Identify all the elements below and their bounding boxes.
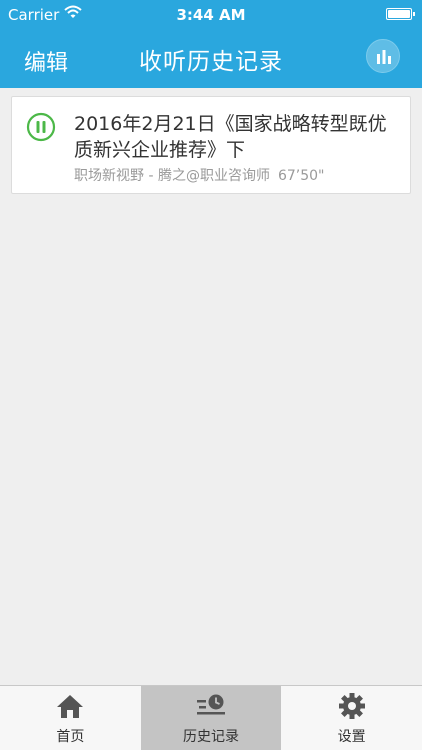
status-bar: Carrier 3:44 AM (0, 0, 422, 30)
tab-history-label: 历史记录 (183, 729, 239, 745)
history-item-source: 职场新视野 - 腾之@职业咨询师 (74, 168, 270, 184)
history-item-duration: 67’50" (277, 168, 325, 184)
battery-icon (386, 8, 415, 20)
tab-settings[interactable]: 设置 (281, 686, 422, 750)
now-playing-button[interactable] (366, 39, 400, 73)
tab-history[interactable]: 历史记录 (140, 686, 282, 750)
status-time: 3:44 AM (176, 6, 246, 24)
gear-icon (338, 693, 365, 719)
tab-settings-label: 设置 (337, 729, 366, 745)
history-item-title: 2016年2月21日《国家战略转型既优质新兴企业推荐》下 (74, 113, 387, 161)
tab-bar: 首页 历史记录 设置 (0, 685, 422, 750)
home-icon (57, 695, 84, 718)
history-item-meta: 职场新视野 - 腾之@职业咨询师 67’50" (74, 165, 404, 185)
nav-bar: 编辑 收听历史记录 (0, 30, 422, 88)
page-title: 收听历史记录 (139, 49, 283, 75)
equalizer-icon (377, 50, 391, 64)
history-icon (197, 694, 225, 715)
app-header: Carrier 3:44 AM 编辑 收听历史记录 (0, 0, 422, 88)
pause-icon[interactable] (26, 112, 56, 142)
tab-home-label: 首页 (56, 729, 85, 745)
tab-home[interactable]: 首页 (0, 686, 141, 750)
history-item[interactable]: 2016年2月21日《国家战略转型既优质新兴企业推荐》下 职场新视野 - 腾之@… (11, 96, 411, 194)
